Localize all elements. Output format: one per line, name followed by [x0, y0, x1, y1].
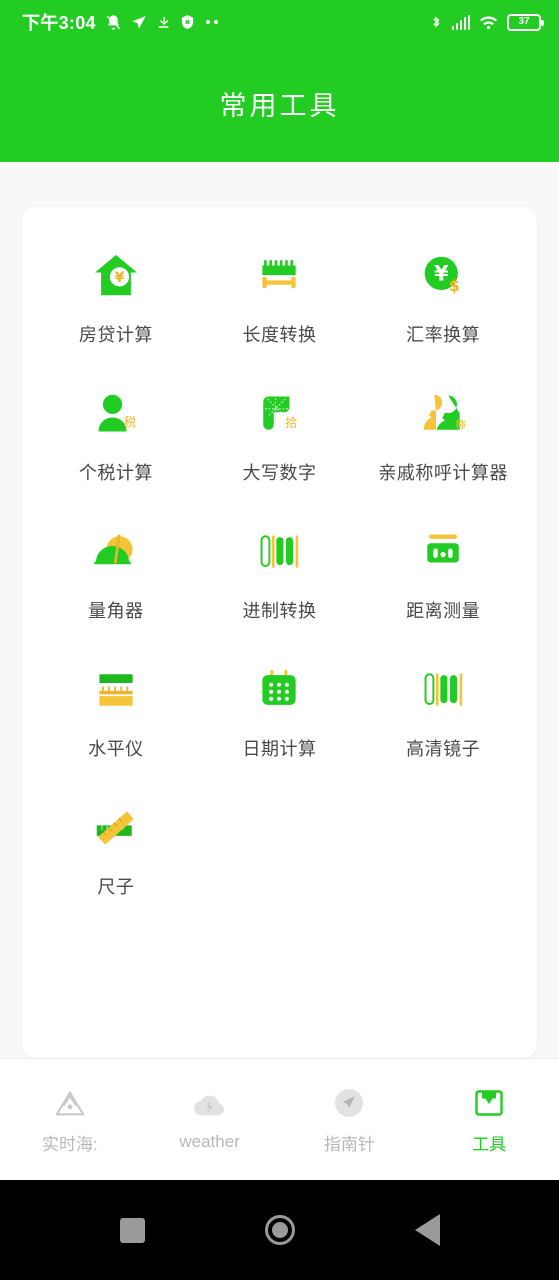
tab-weather[interactable]: weather [140, 1087, 280, 1152]
svg-text:税: 税 [124, 415, 136, 429]
bluetooth-icon [429, 13, 443, 31]
protractor-icon [85, 521, 147, 583]
shield-icon [180, 14, 195, 30]
tool-item-length[interactable]: 长度转换 [198, 245, 362, 347]
tool-label: 亲戚称呼计算器 [378, 463, 508, 483]
relatives-icon: 称 [412, 383, 474, 445]
page-title: 常用工具 [219, 90, 340, 121]
location-send-icon [131, 14, 147, 30]
tool-item-base-convert[interactable]: 进制转换 [198, 521, 362, 623]
content-area: ¥ 房贷计算 长度转换 ¥ $ 汇率换算 税 个税计算 拾 大写数字 称 亲戚称… [0, 162, 559, 1058]
battery-level: 37 [518, 16, 530, 27]
tool-item-date[interactable]: 日期计算 [198, 659, 362, 761]
tool-item-relatives[interactable]: 称 亲戚称呼计算器 [361, 383, 525, 485]
download-icon [156, 15, 171, 30]
status-bar-clock: 下午3:04 [22, 13, 96, 33]
tool-label: 房贷计算 [78, 325, 153, 345]
mute-bell-icon [105, 14, 122, 31]
capital-number-icon: 拾 [248, 383, 310, 445]
calendar-icon [248, 659, 310, 721]
mountain-icon [52, 1085, 88, 1121]
square-icon[interactable] [119, 1217, 145, 1243]
tool-label: 距离测量 [406, 601, 481, 621]
tools-card: ¥ 房贷计算 长度转换 ¥ $ 汇率换算 税 个税计算 拾 大写数字 称 亲戚称… [22, 207, 537, 1058]
tool-label: 高清镜子 [406, 739, 481, 759]
more-dots-icon [205, 20, 218, 24]
ruler-length-icon [248, 245, 310, 307]
tools-grid: ¥ 房贷计算 长度转换 ¥ $ 汇率换算 税 个税计算 拾 大写数字 称 亲戚称… [34, 245, 525, 899]
tab-compass[interactable]: 指南针 [280, 1085, 420, 1155]
tool-label: 个税计算 [78, 463, 153, 483]
tool-label: 尺子 [97, 877, 135, 897]
bottom-tab-bar: 实时海: weather 指南针 工具 [0, 1058, 559, 1180]
wifi-icon [479, 14, 498, 30]
tool-item-mortgage[interactable]: ¥ 房贷计算 [34, 245, 198, 347]
triangle-back-icon[interactable] [414, 1214, 440, 1246]
tab-label: 指南针 [323, 1134, 375, 1154]
status-bar: 下午3:04 37 [0, 0, 559, 44]
android-navigation-bar [0, 1180, 559, 1280]
distance-measure-icon [412, 521, 474, 583]
svg-text:$: $ [449, 276, 460, 295]
tab-label: 实时海: [42, 1134, 98, 1154]
tool-item-level[interactable]: 水平仪 [34, 659, 198, 761]
svg-text:拾: 拾 [286, 415, 298, 430]
tab-realtime-sea[interactable]: 实时海: [0, 1085, 140, 1155]
tool-item-distance[interactable]: 距离测量 [361, 521, 525, 623]
tab-label: weather [179, 1132, 240, 1151]
page-header: 常用工具 [0, 44, 559, 162]
tool-label: 进制转换 [242, 601, 317, 621]
tool-item-income-tax[interactable]: 税 个税计算 [34, 383, 198, 485]
barcode-bars-icon [248, 521, 310, 583]
toolbox-icon [471, 1085, 507, 1121]
battery-icon: 37 [507, 13, 544, 31]
tool-label: 大写数字 [242, 463, 317, 483]
status-bar-left: 下午3:04 [22, 9, 218, 35]
tool-item-ruler[interactable]: 尺子 [34, 797, 198, 899]
cloud-lightning-icon [192, 1087, 228, 1123]
cellular-signal-icon [451, 14, 470, 30]
svg-text:称: 称 [455, 418, 466, 431]
currency-exchange-icon: ¥ $ [412, 245, 474, 307]
person-tax-icon: 税 [85, 383, 147, 445]
tab-tools[interactable]: 工具 [419, 1085, 559, 1155]
tab-label: 工具 [472, 1134, 507, 1154]
circle-icon[interactable] [264, 1215, 295, 1245]
svg-text:¥: ¥ [434, 261, 449, 285]
svg-text:¥: ¥ [114, 270, 124, 286]
tool-item-capital-number[interactable]: 拾 大写数字 [198, 383, 362, 485]
tool-label: 汇率换算 [406, 325, 481, 345]
tool-label: 量角器 [88, 601, 144, 621]
status-bar-right: 37 [429, 13, 544, 31]
tool-label: 长度转换 [242, 325, 317, 345]
spirit-level-icon [85, 659, 147, 721]
tool-label: 日期计算 [242, 739, 317, 759]
tool-item-exchange[interactable]: ¥ $ 汇率换算 [361, 245, 525, 347]
mirror-bars-icon [412, 659, 474, 721]
tool-label: 水平仪 [88, 739, 144, 759]
tool-item-mirror[interactable]: 高清镜子 [361, 659, 525, 761]
ruler-cross-icon [85, 797, 147, 859]
tool-item-protractor[interactable]: 量角器 [34, 521, 198, 623]
compass-icon [331, 1085, 367, 1121]
house-yuan-icon: ¥ [85, 245, 147, 307]
